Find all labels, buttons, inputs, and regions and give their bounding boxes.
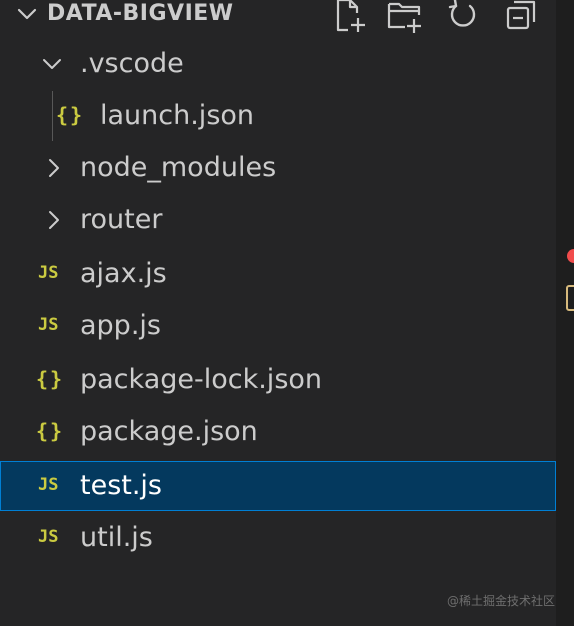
bracket-indicator bbox=[566, 285, 574, 311]
tree-item-label: router bbox=[80, 204, 163, 235]
chevron-right-icon bbox=[49, 159, 59, 177]
tree-item-node-modules[interactable]: node_modules bbox=[0, 144, 556, 194]
tree-item-label: package.json bbox=[80, 416, 258, 447]
tree-item-app-js[interactable]: JS app.js bbox=[0, 302, 556, 352]
collapse-all-icon[interactable] bbox=[502, 0, 540, 34]
js-file-icon: JS bbox=[38, 315, 59, 335]
js-file-icon: JS bbox=[38, 475, 59, 495]
tree-item-label: test.js bbox=[80, 470, 163, 501]
json-file-icon: {} bbox=[36, 419, 65, 443]
editor-edge bbox=[556, 0, 574, 626]
chevron-down-icon bbox=[43, 59, 61, 69]
tree-item-label: ajax.js bbox=[80, 258, 167, 289]
tree-item-test-js[interactable]: JS test.js bbox=[0, 461, 556, 511]
tree-item-label: package-lock.json bbox=[80, 364, 323, 395]
js-file-icon: JS bbox=[38, 527, 59, 547]
tree-item-package-json[interactable]: {} package.json bbox=[0, 408, 556, 458]
tree-item-util-js[interactable]: JS util.js bbox=[0, 514, 556, 564]
tree-item-label: node_modules bbox=[80, 152, 277, 183]
explorer-actions bbox=[330, 0, 550, 34]
new-folder-icon[interactable] bbox=[386, 0, 424, 34]
tree-item-label: .vscode bbox=[80, 48, 184, 79]
tree-item-label: util.js bbox=[80, 522, 153, 553]
explorer-panel: DATA-BIGVIEW .vscode {} launch.json node… bbox=[0, 0, 556, 626]
explorer-section-header[interactable]: DATA-BIGVIEW bbox=[0, 0, 556, 34]
tree-item-label: launch.json bbox=[100, 100, 255, 131]
tree-item-launch-json[interactable]: {} launch.json bbox=[0, 92, 556, 142]
chevron-right-icon bbox=[49, 211, 59, 229]
json-file-icon: {} bbox=[36, 367, 65, 391]
error-indicator bbox=[567, 249, 574, 263]
workspace-title: DATA-BIGVIEW bbox=[47, 1, 234, 26]
js-file-icon: JS bbox=[38, 263, 59, 283]
tree-item-label: app.js bbox=[80, 310, 161, 341]
tree-item-vscode[interactable]: .vscode bbox=[0, 40, 556, 90]
chevron-down-icon[interactable] bbox=[16, 3, 38, 25]
new-file-icon[interactable] bbox=[330, 0, 368, 34]
watermark: @稀土掘金技术社区 bbox=[447, 594, 556, 608]
tree-item-package-lock-json[interactable]: {} package-lock.json bbox=[0, 356, 556, 406]
refresh-icon[interactable] bbox=[444, 0, 482, 34]
tree-item-router[interactable]: router bbox=[0, 196, 556, 246]
tree-item-ajax-js[interactable]: JS ajax.js bbox=[0, 250, 556, 300]
json-file-icon: {} bbox=[56, 103, 85, 127]
